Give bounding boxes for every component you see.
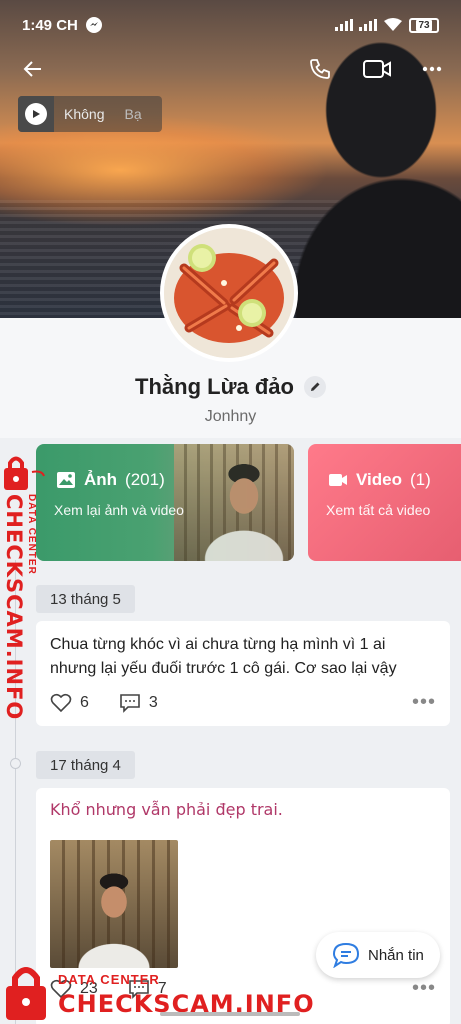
comment-count: 3 [148,693,158,711]
post-date-chip: 17 tháng 4 [36,751,135,779]
photos-card-preview [174,444,294,561]
watermark-bottom-subtext: DATA CENTER [58,972,160,987]
wifi-icon [384,18,402,31]
videos-label: Video [356,470,402,489]
post-text: Khổ nhưng vẫn phải đẹp trai. [50,800,283,819]
watermark-side-text: CHECKSCAM.INFO [2,494,26,721]
comment-button[interactable]: 3 [119,693,158,713]
avatar[interactable] [160,224,298,362]
back-arrow-icon[interactable] [16,52,50,86]
profile-subname: Jonhny [204,408,257,425]
videos-card-title: Video (1) [328,470,431,490]
videos-card[interactable]: Video (1) Xem tất cả video [308,444,461,561]
like-count: 6 [80,693,89,711]
top-action-bar [0,52,461,86]
chat-bubble-icon [332,942,360,968]
photos-label: Ảnh [84,470,118,489]
status-bar: 1:49 CH 73 [0,0,461,50]
avatar-crab-image [164,228,294,358]
phone-call-icon[interactable] [303,52,337,86]
videos-count: (1) [409,470,431,489]
timeline-dot [10,758,21,769]
videos-subtitle: Xem tất cả video [326,502,431,518]
profile-music-player[interactable]: Không Bạ [18,96,162,132]
like-button[interactable]: 6 [50,693,89,713]
battery-icon: 73 [409,17,439,33]
photos-count: (201) [125,470,165,489]
video-call-icon[interactable] [360,52,394,86]
timeline-post[interactable]: Chua từng khóc vì ai chưa từng hạ mình v… [36,621,450,726]
post-date-chip: 13 tháng 5 [36,585,135,613]
comment-icon [120,693,140,713]
signal-icon-2 [359,19,377,31]
status-time: 1:49 CH [22,16,78,34]
battery-level: 73 [416,19,432,31]
home-indicator[interactable] [160,1012,300,1016]
lock-icon [4,456,45,490]
lock-icon [6,967,46,1020]
post-more-icon[interactable]: ••• [412,691,436,714]
image-icon [57,472,75,488]
video-camera-icon [329,474,347,486]
music-title-tail: Bạ [124,106,142,122]
message-button[interactable]: Nhắn tin [316,932,440,978]
post-text-line: Chua từng khóc vì ai chưa từng hạ mình v… [50,636,386,653]
profile-name: Thằng Lừa đảo [135,374,294,399]
post-actions: 6 3 ••• [50,691,436,714]
signal-icon [335,19,353,31]
post-photo[interactable] [50,840,178,968]
play-icon[interactable] [25,103,47,125]
post-more-icon[interactable]: ••• [412,977,436,1000]
music-title: Không [64,106,105,122]
post-text: Chua từng khóc vì ai chưa từng hạ mình v… [36,621,450,681]
photos-subtitle: Xem lại ảnh và video [54,502,184,518]
messenger-icon [85,17,102,33]
music-thumbnail [18,96,54,132]
message-button-label: Nhắn tin [368,946,424,964]
watermark-side: CHECKSCAM.INFO DATA CENTER [0,452,48,720]
profile-name-row: Thằng Lừa đảo [0,374,461,400]
heart-icon [50,693,72,712]
more-options-icon[interactable] [415,52,449,86]
photos-card[interactable]: Ảnh (201) Xem lại ảnh và video [36,444,294,561]
photos-card-title: Ảnh (201) [56,470,165,490]
edit-name-pencil-icon[interactable] [303,376,326,398]
post-text-line: nhưng lại yếu đuối trước 1 cô gái. Cơ sa… [50,660,397,677]
watermark-side-subtext: DATA CENTER [26,494,37,575]
